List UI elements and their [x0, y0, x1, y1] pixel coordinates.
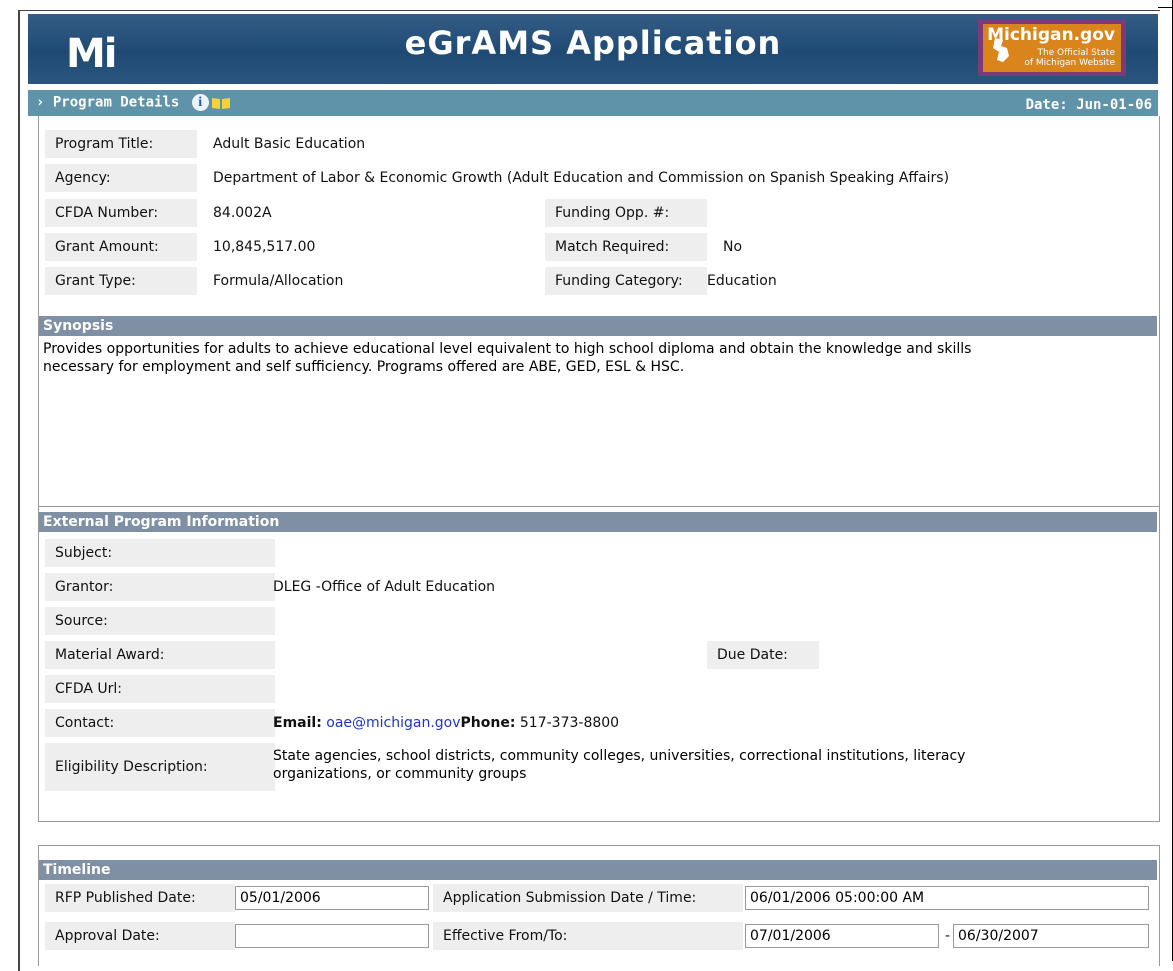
program-title-value: Adult Basic Education: [213, 136, 366, 152]
approval-date-field[interactable]: [235, 924, 429, 948]
funding-opp-label: Funding Opp. #:: [545, 199, 707, 227]
cfda-number-value: 84.002A: [213, 205, 272, 221]
grant-amount-value: 10,845,517.00: [213, 239, 316, 255]
grantor-value: DLEG -Office of Adult Education: [273, 579, 496, 595]
info-icon[interactable]: i: [191, 94, 209, 111]
current-date: Date: Jun-01-06: [1025, 97, 1152, 113]
effective-label: Effective From/To:: [433, 922, 743, 950]
eligibility-value: State agencies, school districts, commun…: [273, 748, 966, 782]
agency-value: Department of Labor & Economic Growth (A…: [213, 170, 950, 186]
phone-value: 517-373-8800: [519, 715, 620, 731]
email-link[interactable]: oae@michigan.gov: [326, 715, 460, 731]
bullet-arrow-icon: ›: [36, 94, 45, 111]
date-range-dash: -: [945, 928, 951, 944]
synopsis-heading: Synopsis: [39, 316, 1157, 336]
program-details-panel: Program Title: Adult Basic Education Age…: [38, 116, 1160, 507]
contact-value: Email: oae@michigan.govPhone: 517-373-88…: [273, 709, 619, 737]
material-award-label: Material Award:: [45, 641, 275, 669]
funding-category-label: Funding Category:: [545, 267, 707, 295]
michigan-gov-logo[interactable]: Michigan.gov The Official State of Michig…: [978, 20, 1126, 76]
agency-label: Agency:: [45, 164, 197, 192]
cfda-number-label: CFDA Number:: [45, 199, 197, 227]
program-title-label: Program Title:: [45, 130, 197, 158]
grantor-label: Grantor:: [45, 573, 275, 601]
submission-date-label: Application Submission Date / Time:: [433, 884, 743, 912]
cfda-url-label: CFDA Url:: [45, 675, 275, 703]
approval-date-label: Approval Date:: [45, 922, 235, 950]
grant-type-label: Grant Type:: [45, 267, 197, 295]
source-label: Source:: [45, 607, 275, 635]
due-date-label: Due Date:: [707, 641, 819, 669]
effective-from-field[interactable]: 07/01/2006: [745, 924, 939, 948]
rfp-published-label: RFP Published Date:: [45, 884, 235, 912]
match-required-value: No: [723, 239, 743, 255]
external-info-panel: External Program Information Subject: Gr…: [38, 506, 1160, 822]
phone-label: Phone:: [460, 715, 516, 731]
section-title: Program Details: [52, 94, 180, 111]
rfp-published-field[interactable]: 05/01/2006: [235, 886, 429, 910]
michigan-gov-subtitle: The Official State of Michigan Website: [1024, 48, 1115, 68]
grant-amount-label: Grant Amount:: [45, 233, 197, 261]
submission-date-field[interactable]: 06/01/2006 05:00:00 AM: [745, 886, 1149, 910]
external-info-heading: External Program Information: [39, 512, 1157, 532]
michigan-gov-title: Michigan.gov: [987, 25, 1115, 45]
effective-to-field[interactable]: 06/30/2007: [953, 924, 1149, 948]
timeline-panel: Timeline RFP Published Date: 05/01/2006 …: [38, 845, 1160, 966]
match-required-label: Match Required:: [545, 233, 707, 261]
window-edge-top: [1158, 7, 1173, 8]
funding-category-value: Education: [707, 273, 777, 289]
program-details-bar: › Program Details i Date: Jun-01-06: [28, 90, 1158, 116]
email-label: Email:: [273, 715, 322, 731]
subject-label: Subject:: [45, 539, 275, 567]
grant-type-value: Formula/Allocation: [213, 273, 344, 289]
timeline-heading: Timeline: [39, 860, 1157, 880]
eligibility-label: Eligibility Description:: [45, 743, 275, 791]
book-icon[interactable]: [211, 96, 231, 110]
contact-label: Contact:: [45, 709, 275, 737]
synopsis-text: Provides opportunities for adults to ach…: [43, 341, 972, 375]
